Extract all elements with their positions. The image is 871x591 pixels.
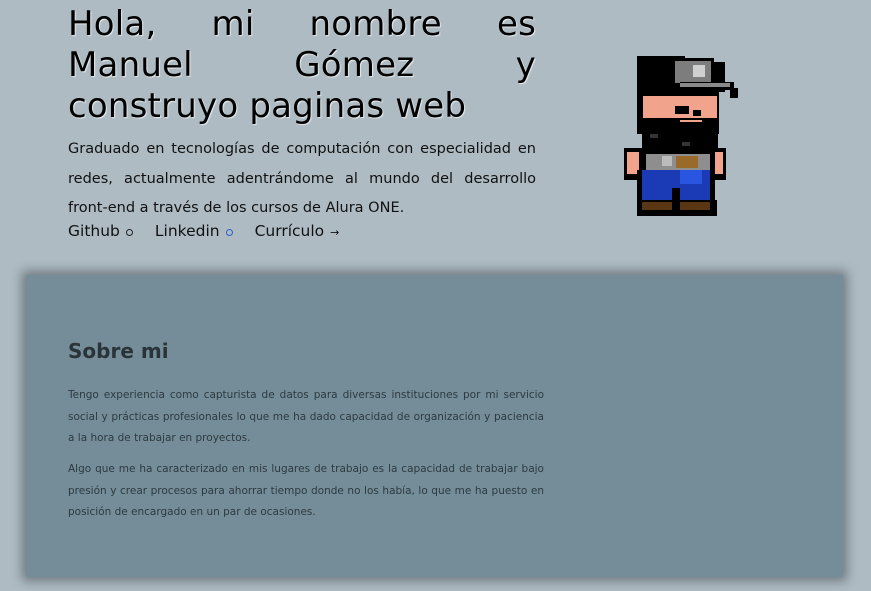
- social-links: Github Linkedin Currículo →: [68, 222, 361, 240]
- circle-icon: [125, 229, 133, 236]
- linkedin-link-label: Linkedin: [154, 222, 220, 240]
- about-section: Sobre mi Tengo experiencia como capturis…: [26, 275, 843, 577]
- github-link-label: Github: [68, 222, 120, 240]
- hero-title: Hola, mi nombre es Manuel Gómez y constr…: [68, 4, 536, 126]
- linkedin-link[interactable]: Linkedin: [155, 222, 233, 240]
- arrow-right-icon: →: [330, 226, 340, 239]
- hero-section: Hola, mi nombre es Manuel Gómez y constr…: [68, 0, 536, 224]
- circle-icon: [225, 229, 233, 236]
- curriculum-link[interactable]: Currículo →: [255, 222, 340, 240]
- github-link[interactable]: Github: [68, 222, 133, 240]
- hero-description: Graduado en tecnologías de computación c…: [68, 141, 536, 216]
- curriculum-link-label: Currículo: [254, 222, 325, 240]
- pixel-avatar: [620, 52, 744, 220]
- about-title: Sobre mi: [68, 339, 169, 363]
- about-paragraph: Tengo experiencia como capturista de dat…: [68, 389, 544, 444]
- about-paragraph: Algo que me ha caracterizado en mis luga…: [68, 463, 544, 518]
- pixel-miner-icon: [624, 56, 738, 216]
